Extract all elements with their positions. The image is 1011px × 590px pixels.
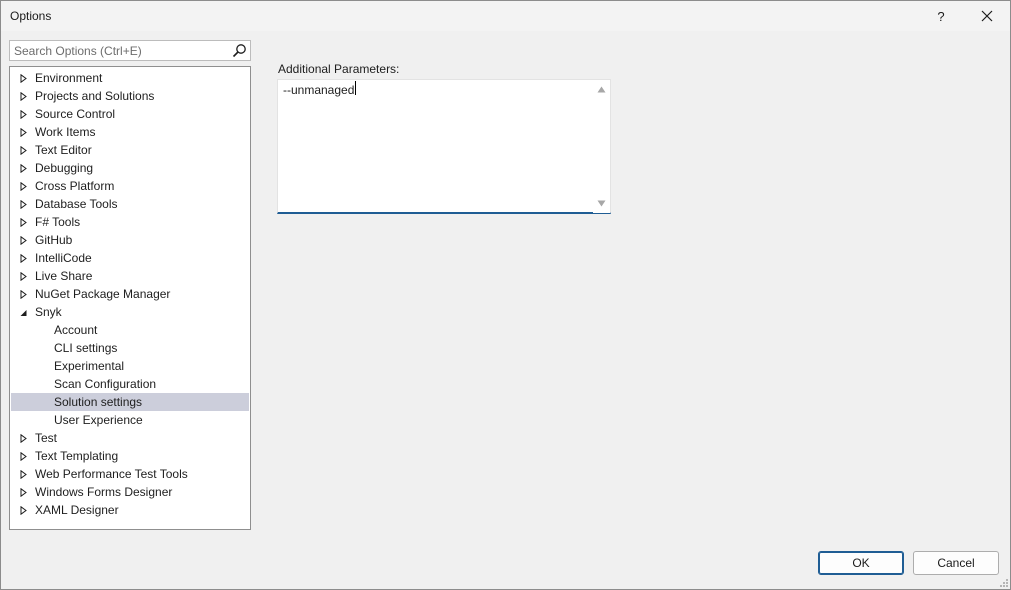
expand-arrow-icon[interactable]	[20, 110, 27, 119]
tree-item-label: Environment	[35, 71, 103, 85]
vertical-scrollbar[interactable]	[593, 80, 610, 213]
expand-arrow-icon[interactable]	[20, 164, 27, 173]
additional-parameters-label: Additional Parameters:	[278, 62, 400, 76]
close-button[interactable]	[964, 1, 1010, 31]
tree-category-item[interactable]: Test	[10, 429, 250, 447]
close-icon	[981, 10, 993, 22]
tree-category-item[interactable]: GitHub	[10, 231, 250, 249]
tree-category-item[interactable]: Source Control	[10, 105, 250, 123]
tree-category-item[interactable]: Cross Platform	[10, 177, 250, 195]
tree-category-item[interactable]: Environment	[10, 69, 250, 87]
expand-arrow-icon[interactable]	[20, 218, 27, 227]
search-icon[interactable]	[232, 43, 247, 58]
cancel-button[interactable]: Cancel	[913, 551, 999, 575]
options-tree[interactable]: Environment Projects and Solutions Source …	[9, 66, 251, 530]
tree-category-item[interactable]: XAML Designer	[10, 501, 250, 519]
additional-parameters-input[interactable]: --unmanaged	[278, 80, 594, 212]
tree-category-item[interactable]: Text Templating	[10, 447, 250, 465]
search-input[interactable]	[10, 41, 230, 60]
tree-category-item[interactable]: NuGet Package Manager	[10, 285, 250, 303]
tree-item-label: Solution settings	[54, 395, 143, 409]
tree-item-label: Experimental	[54, 359, 125, 373]
help-button[interactable]: ?	[918, 1, 964, 31]
tree-item-label: Test	[35, 431, 58, 445]
tree-item-label: F# Tools	[35, 215, 81, 229]
tree-child-item[interactable]: CLI settings	[10, 339, 250, 357]
tree-item-label: Projects and Solutions	[35, 89, 155, 103]
options-dialog: Options ? Environment Projects and Soluti…	[0, 0, 1011, 590]
tree-item-label: Database Tools	[35, 197, 118, 211]
tree-category-item[interactable]: Work Items	[10, 123, 250, 141]
tree-category-item[interactable]: Live Share	[10, 267, 250, 285]
tree-child-item[interactable]: Experimental	[10, 357, 250, 375]
tree-category-item[interactable]: F# Tools	[10, 213, 250, 231]
expand-arrow-icon[interactable]	[20, 236, 27, 245]
expand-arrow-icon[interactable]	[20, 452, 27, 461]
tree-category-item[interactable]: Projects and Solutions	[10, 87, 250, 105]
tree-item-label: IntelliCode	[35, 251, 92, 265]
tree-item-label: Source Control	[35, 107, 116, 121]
text-caret	[355, 81, 356, 95]
expand-arrow-icon[interactable]	[20, 290, 27, 299]
expand-arrow-icon[interactable]	[20, 182, 27, 191]
tree-category-item[interactable]: Windows Forms Designer	[10, 483, 250, 501]
tree-category-item[interactable]: Web Performance Test Tools	[10, 465, 250, 483]
resize-grip-icon[interactable]	[998, 577, 1008, 587]
tree-item-label: Text Editor	[35, 143, 92, 157]
tree-item-label: Windows Forms Designer	[35, 485, 173, 499]
tree-item-label: Work Items	[35, 125, 96, 139]
expand-arrow-icon[interactable]	[20, 470, 27, 479]
ok-button[interactable]: OK	[818, 551, 904, 575]
expand-arrow-icon[interactable]	[20, 488, 27, 497]
expand-arrow-icon[interactable]	[20, 92, 27, 101]
window-title: Options	[10, 9, 52, 23]
tree-item-label: XAML Designer	[35, 503, 119, 517]
tree-category-item[interactable]: IntelliCode	[10, 249, 250, 267]
tree-item-label: Scan Configuration	[54, 377, 157, 391]
tree-category-item[interactable]: Snyk	[10, 303, 250, 321]
expand-arrow-icon[interactable]	[20, 434, 27, 443]
tree-item-label: Account	[54, 323, 98, 337]
help-icon: ?	[937, 8, 945, 24]
tree-item-label: User Experience	[54, 413, 143, 427]
tree-child-item[interactable]: Account	[10, 321, 250, 339]
scroll-up-icon[interactable]	[597, 86, 606, 93]
tree-item-label: Debugging	[35, 161, 94, 175]
tree-item-label: CLI settings	[54, 341, 118, 355]
expand-arrow-icon[interactable]	[20, 128, 27, 137]
tree-item-label: Text Templating	[35, 449, 119, 463]
title-bar: Options ?	[1, 1, 1010, 31]
tree-child-item[interactable]: User Experience	[10, 411, 250, 429]
scroll-down-icon[interactable]	[597, 200, 606, 207]
tree-item-label: NuGet Package Manager	[35, 287, 171, 301]
expand-arrow-icon[interactable]	[20, 506, 27, 515]
tree-category-item[interactable]: Text Editor	[10, 141, 250, 159]
expand-arrow-icon[interactable]	[20, 254, 27, 263]
tree-item-label: Web Performance Test Tools	[35, 467, 188, 481]
additional-parameters-box: --unmanaged	[277, 79, 611, 214]
expand-arrow-icon[interactable]	[20, 74, 27, 83]
tree-item-label: Snyk	[35, 305, 62, 319]
tree-item-label: GitHub	[35, 233, 73, 247]
tree-category-item[interactable]: Database Tools	[10, 195, 250, 213]
tree-child-item[interactable]: Scan Configuration	[10, 375, 250, 393]
collapse-arrow-icon[interactable]	[20, 308, 27, 317]
tree-child-item[interactable]: Solution settings	[11, 393, 249, 411]
tree-item-label: Cross Platform	[35, 179, 115, 193]
expand-arrow-icon[interactable]	[20, 146, 27, 155]
expand-arrow-icon[interactable]	[20, 200, 27, 209]
tree-item-label: Live Share	[35, 269, 93, 283]
expand-arrow-icon[interactable]	[20, 272, 27, 281]
search-box	[9, 40, 251, 61]
tree-category-item[interactable]: Debugging	[10, 159, 250, 177]
